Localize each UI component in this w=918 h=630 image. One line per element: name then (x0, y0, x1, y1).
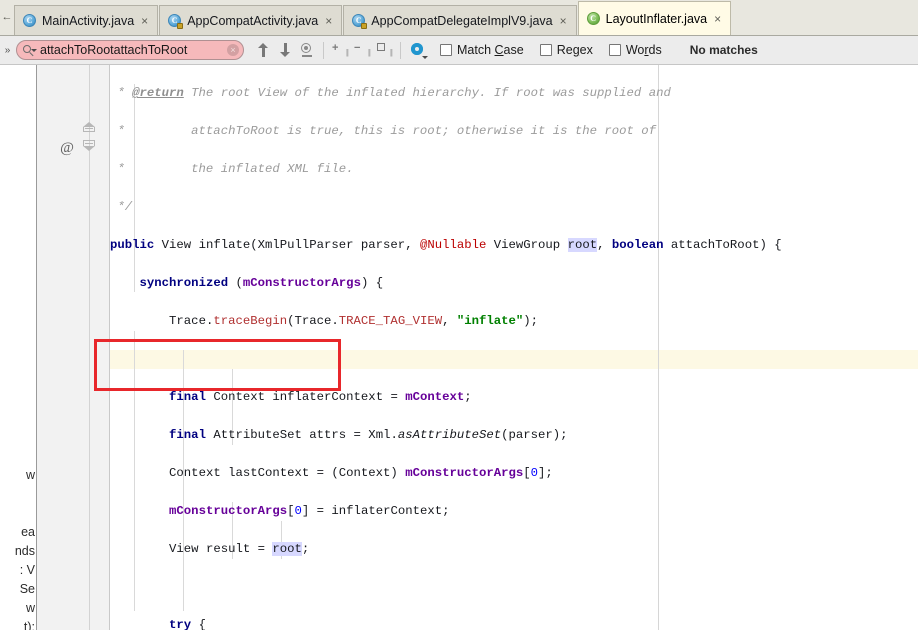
search-input-wrapper[interactable]: attachToRootattachToRoot × (16, 40, 244, 60)
code-line: final AttributeSet attrs = Xml.asAttribu… (169, 428, 568, 442)
source-code[interactable]: * @return The root View of the inflated … (110, 65, 918, 630)
code-line: synchronized (mConstructorArgs) { (139, 276, 384, 290)
search-input[interactable]: attachToRootattachToRoot (36, 43, 227, 57)
background-text-fragment: nds (14, 544, 35, 558)
find-status-label: No matches (689, 43, 758, 57)
find-next-button[interactable] (274, 39, 296, 61)
code-line: Context lastContext = (Context) mConstru… (169, 466, 553, 480)
toolbar-separator (400, 41, 401, 59)
override-method-marker-icon[interactable]: @ (59, 140, 75, 156)
checkbox-box[interactable] (539, 44, 552, 56)
add-selection-icon: + || (332, 42, 349, 57)
background-text-fragment: : V (19, 563, 35, 577)
tab-scroll-left-icon[interactable]: ← (0, 0, 14, 35)
find-options-group: Match Case Regex Words (440, 43, 678, 57)
tab-label: MainActivity.java (42, 13, 135, 28)
code-line: final Context inflaterContext = mContext… (169, 390, 472, 404)
words-checkbox[interactable]: Words (608, 43, 662, 57)
find-all-icon (300, 43, 314, 57)
background-text-fragment: t); (23, 620, 35, 630)
editor-tab-appcompatactivity[interactable]: C AppCompatActivity.java × (159, 5, 343, 35)
fold-expand-icon[interactable] (83, 122, 96, 135)
code-line: Trace.traceBegin(Trace.TRACE_TAG_VIEW, "… (169, 314, 539, 328)
java-class-readonly-icon: C (352, 13, 368, 29)
search-icon[interactable] (22, 44, 37, 57)
code-text-area[interactable]: * @return The root View of the inflated … (110, 65, 918, 630)
tab-close-icon[interactable]: × (141, 15, 148, 27)
find-previous-button[interactable] (252, 39, 274, 61)
toolbar-separator (323, 41, 324, 59)
editor-tab-layoutinflater[interactable]: C LayoutInflater.java × (577, 1, 732, 35)
fold-collapse-icon[interactable] (83, 140, 96, 154)
find-all-button[interactable] (296, 39, 318, 61)
code-line: public View inflate(XmlPullParser parser… (110, 238, 782, 252)
code-line: mConstructorArgs[0] = inflaterContext; (169, 504, 450, 518)
filter-settings-button[interactable] (406, 39, 428, 61)
code-line: try { (169, 618, 206, 630)
tab-label: LayoutInflater.java (605, 11, 708, 26)
editor-tab-mainactivity[interactable]: C MainActivity.java × (14, 5, 159, 35)
code-line: * attachToRoot is true, this is root; ot… (110, 124, 657, 138)
tab-label: AppCompatDelegateImplV9.java (371, 13, 553, 28)
checkbox-selection-icon: || (376, 43, 393, 57)
editor-tab-appcompatdelegateimplv9[interactable]: C AppCompatDelegateImplV9.java × (343, 5, 577, 35)
checkbox-box[interactable] (608, 44, 621, 56)
background-text-fragment: w (25, 601, 35, 615)
java-class-icon: C (23, 13, 37, 28)
tab-close-icon[interactable]: × (714, 13, 721, 25)
clear-search-icon[interactable]: × (227, 44, 239, 56)
code-line: View result = root; (169, 542, 310, 556)
background-text-fragment: w (25, 468, 35, 482)
java-class-readonly-icon: C (168, 13, 184, 29)
find-toolbar: » attachToRootattachToRoot × + || − || || (0, 36, 918, 65)
background-panel: w ea nds : V Se w t); (0, 65, 37, 630)
select-all-occurrences-button[interactable]: + || (329, 39, 351, 61)
tab-close-icon[interactable]: × (325, 15, 332, 27)
tab-label: AppCompatActivity.java (187, 13, 319, 28)
match-case-checkbox[interactable]: Match Case (440, 43, 524, 57)
regex-label: Regex (556, 43, 593, 57)
match-case-label: Match Case (457, 43, 524, 57)
arrow-down-icon (280, 43, 291, 57)
editor-tab-bar: ← C MainActivity.java × C AppCompatActiv… (0, 0, 918, 36)
code-line: * @return The root View of the inflated … (110, 86, 671, 100)
idea-editor-window: ← C MainActivity.java × C AppCompatActiv… (0, 0, 918, 630)
remove-selection-icon: − || (354, 42, 371, 57)
words-label: Words (625, 43, 662, 57)
select-occurrences-button[interactable]: || (373, 39, 395, 61)
gear-icon (410, 42, 428, 59)
java-library-class-icon: C (586, 11, 601, 26)
expand-panel-icon[interactable]: » (0, 45, 14, 56)
code-line: * the inflated XML file. (110, 162, 354, 176)
code-line: */ (110, 200, 133, 214)
tab-close-icon[interactable]: × (560, 15, 567, 27)
checkbox-box[interactable] (440, 44, 452, 56)
editor-gutter[interactable]: @ (37, 65, 110, 630)
code-editor[interactable]: w ea nds : V Se w t); @ * @return The ro… (0, 65, 918, 630)
background-text-fragment: ea (21, 525, 35, 539)
arrow-up-icon (258, 43, 269, 57)
background-text-fragment: Se (19, 582, 35, 596)
remove-occurrence-button[interactable]: − || (351, 39, 373, 61)
regex-checkbox[interactable]: Regex (539, 43, 593, 57)
